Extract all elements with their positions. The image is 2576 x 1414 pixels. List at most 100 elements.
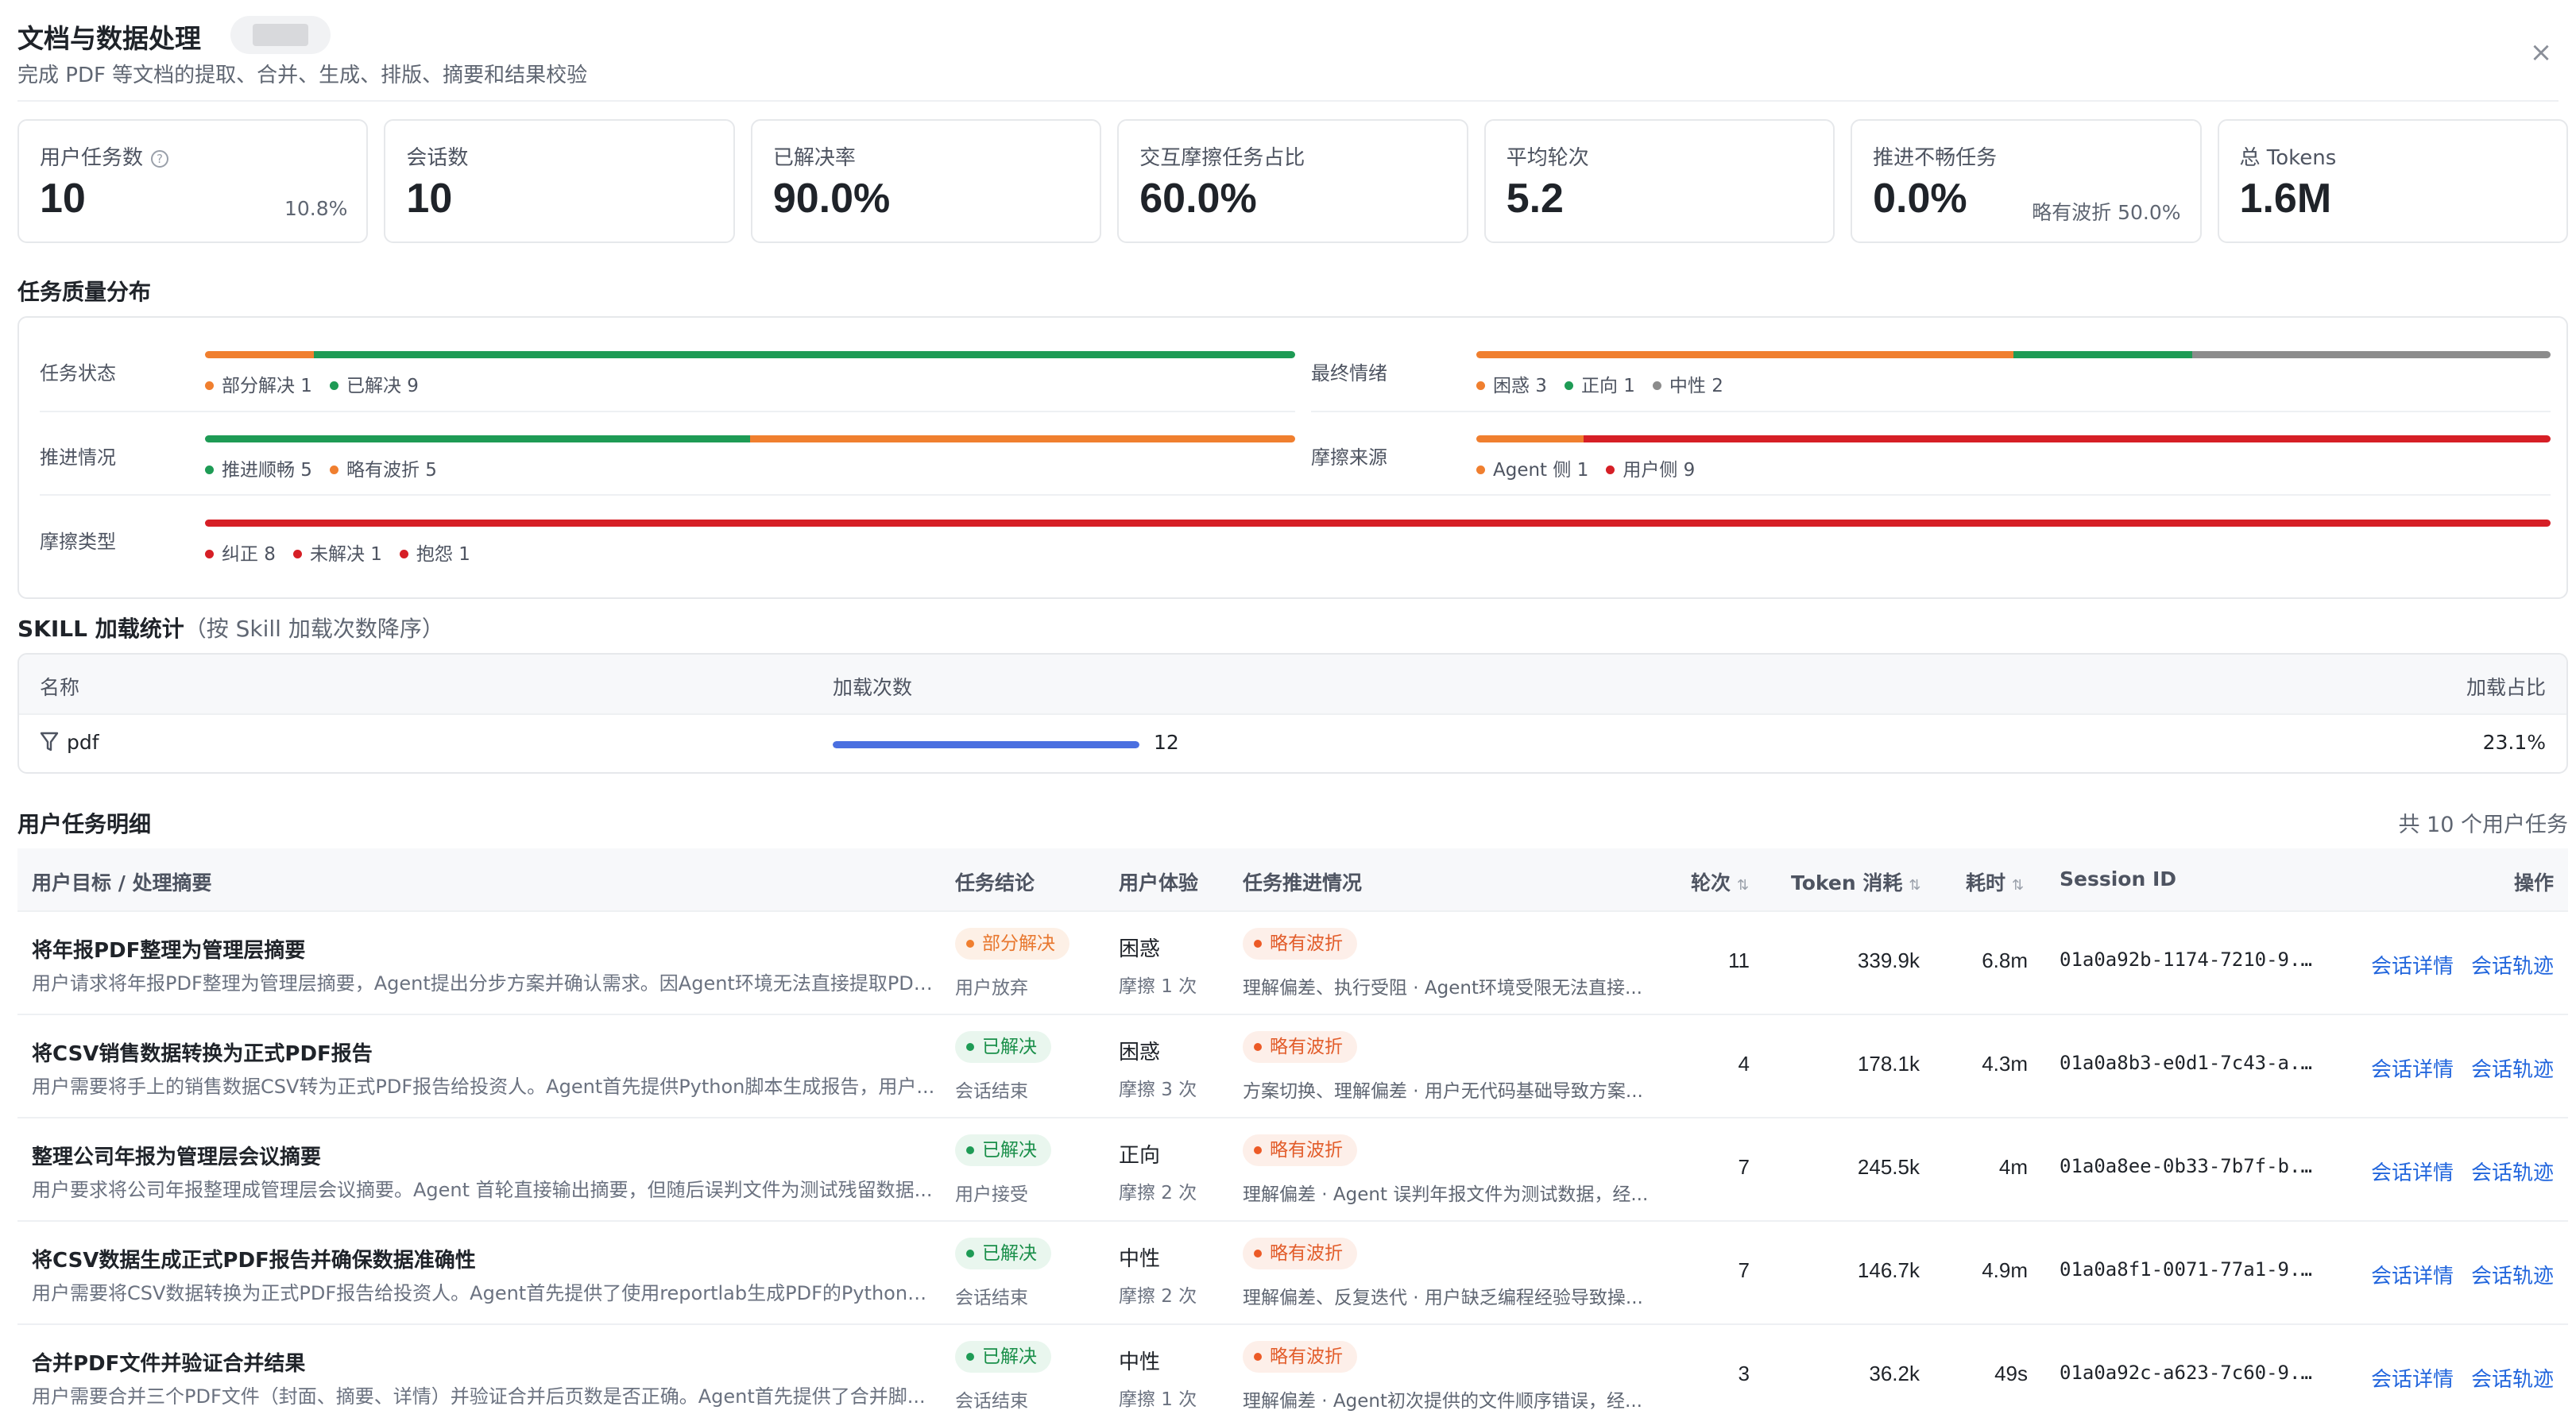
session-trace-link[interactable]: 会话轨迹	[2471, 1363, 2554, 1393]
session-id[interactable]: 01a0a92c-a623-7c60-9...	[2060, 1362, 2322, 1384]
ux-label: 正向	[1119, 1144, 1161, 1168]
page-subtitle: 完成 PDF 等文档的提取、合并、生成、排版、摘要和结果校验	[17, 64, 588, 87]
task-desc: 用户需要将手上的销售数据CSV转为正式PDF报告给投资人。Agent首先提供Py…	[32, 1076, 935, 1098]
legend-item: 困惑 3	[1476, 376, 1547, 396]
session-id[interactable]: 01a0a8ee-0b33-7b7f-b...	[2060, 1155, 2322, 1177]
bar-segment	[1476, 351, 2013, 358]
legend-label: 正向 1	[1580, 376, 1635, 396]
progress-label: 略有波折	[1270, 1140, 1343, 1161]
metric-label: 平均轮次	[1506, 146, 1589, 170]
legend-dot	[1606, 466, 1615, 474]
duration-value: 4m	[1998, 1155, 2028, 1179]
col-rounds-header[interactable]: 轮次 ⇅	[1691, 867, 1749, 896]
metric-card-friction-ratio: 交互摩擦任务占比 60.0%	[1117, 119, 1468, 243]
redacted-tag	[230, 16, 331, 54]
session-id[interactable]: 01a0a8f1-0071-77a1-9...	[2060, 1258, 2322, 1281]
quality-row-label: 最终情绪	[1311, 362, 1387, 384]
legend-label: 用户侧 9	[1623, 460, 1696, 481]
bar-segment	[205, 520, 2082, 527]
duration-value: 4.9m	[1982, 1258, 2028, 1282]
bar-segment	[1476, 435, 1584, 442]
bar-segment	[2192, 351, 2551, 358]
sort-icon[interactable]: ⇅	[1909, 877, 1920, 894]
metric-value: 0.0%	[1873, 176, 1967, 222]
session-detail-link[interactable]: 会话详情	[2371, 950, 2454, 979]
skill-count: 12	[1154, 731, 1179, 754]
friction-count: 摩擦 3 次	[1119, 1080, 1197, 1100]
conclusion-end: 会话结束	[955, 1288, 1028, 1308]
skill-note: （按 Skill 加载次数降序）	[184, 616, 444, 642]
conclusion-label: 已解决	[982, 1140, 1037, 1161]
quality-row-label: 推进情况	[40, 446, 116, 469]
conclusion-label: 已解决	[982, 1037, 1037, 1057]
legend-label: 部分解决 1	[222, 376, 312, 396]
task-title: 合并PDF文件并验证合并结果	[32, 1352, 306, 1376]
task-row[interactable]: 合并PDF文件并验证合并结果 用户需要合并三个PDF文件（封面、摘要、详情）并验…	[17, 1325, 2568, 1414]
skill-count-bar	[833, 741, 1139, 748]
legend-label: 中性 2	[1669, 376, 1723, 396]
session-id[interactable]: 01a0a8b3-e0d1-7c43-a...	[2060, 1052, 2322, 1074]
progress-reason: 理解偏差、执行受阻 · Agent环境受限无法直接...	[1243, 978, 1642, 999]
col-tokens-header[interactable]: Token 消耗 ⇅	[1791, 867, 1920, 896]
legend-item: 已解决 9	[329, 376, 419, 396]
friction-count: 摩擦 1 次	[1119, 976, 1197, 997]
session-trace-link[interactable]: 会话轨迹	[2471, 1260, 2554, 1289]
legend-item: 推进顺畅 5	[205, 460, 312, 481]
col-duration-header[interactable]: 耗时 ⇅	[1966, 867, 2024, 896]
ux-label: 中性	[1119, 1350, 1161, 1374]
conclusion-end: 用户接受	[955, 1184, 1028, 1205]
rounds-value: 11	[1728, 948, 1750, 972]
conclusion-badge: 已解决	[955, 1134, 1051, 1166]
legend-label: 抱怨 1	[416, 544, 470, 565]
legend-item: 纠正 8	[205, 544, 276, 565]
legend-item: 未解决 1	[292, 544, 382, 565]
skill-ratio: 23.1%	[2482, 731, 2546, 754]
metric-card-resolved-rate: 已解决率 90.0%	[750, 119, 1102, 243]
sort-icon[interactable]: ⇅	[2012, 877, 2024, 894]
progress-reason: 理解偏差、反复迭代 · 用户缺乏编程经验导致操...	[1243, 1288, 1643, 1308]
conclusion-label: 部分解决	[982, 933, 1055, 954]
quality-row: 推进情况 推进顺畅 5 略有波折 5	[40, 402, 1295, 486]
conclusion-badge: 已解决	[955, 1341, 1051, 1373]
legend-dot	[205, 381, 214, 390]
task-row[interactable]: 将CSV数据生成正式PDF报告并确保数据准确性 用户需要将CSV数据转换为正式P…	[17, 1222, 2568, 1325]
legend-dot	[205, 550, 214, 558]
col-conclusion-header: 任务结论	[955, 871, 1035, 894]
close-icon[interactable]: ×	[2527, 38, 2555, 67]
stacked-bar	[205, 351, 1295, 358]
col-progress-header: 任务推进情况	[1243, 871, 1363, 894]
task-row[interactable]: 将CSV销售数据转换为正式PDF报告 用户需要将手上的销售数据CSV转为正式PD…	[17, 1015, 2568, 1118]
session-detail-link[interactable]: 会话详情	[2371, 1157, 2454, 1186]
sort-icon[interactable]: ⇅	[1737, 877, 1749, 894]
task-row[interactable]: 将年报PDF整理为管理层摘要 用户请求将年报PDF整理为管理层摘要，Agent提…	[17, 912, 2568, 1015]
bar-segment	[205, 351, 315, 358]
legend-label: 已解决 9	[346, 376, 419, 396]
bar-legend: 推进顺畅 5 略有波折 5	[205, 454, 454, 481]
bar-legend: 纠正 8 未解决 1 抱怨 1	[205, 539, 488, 566]
help-icon[interactable]: ?	[151, 150, 169, 168]
quality-row-label: 任务状态	[40, 362, 116, 384]
session-trace-link[interactable]: 会话轨迹	[2471, 950, 2554, 979]
stacked-bar	[205, 520, 2551, 527]
progress-reason: 方案切换、理解偏差 · 用户无代码基础导致方案...	[1243, 1081, 1643, 1102]
session-trace-link[interactable]: 会话轨迹	[2471, 1157, 2554, 1186]
session-id[interactable]: 01a0a92b-1174-7210-9...	[2060, 948, 2322, 971]
session-trace-link[interactable]: 会话轨迹	[2471, 1053, 2554, 1083]
task-desc: 用户请求将年报PDF整理为管理层摘要，Agent提出分步方案并确认需求。因Age…	[32, 972, 938, 995]
skill-row[interactable]: pdf 12 23.1%	[19, 715, 2566, 772]
conclusion-end: 会话结束	[955, 1081, 1028, 1102]
bar-segment	[2081, 520, 2316, 527]
col-actions-header: 操作	[2513, 871, 2554, 894]
session-detail-link[interactable]: 会话详情	[2371, 1053, 2454, 1083]
progress-label: 略有波折	[1270, 1346, 1343, 1367]
filter-icon	[40, 731, 62, 756]
tasks-section-title: 用户任务明细	[17, 811, 152, 837]
col-goal-header: 用户目标 / 处理摘要	[32, 871, 212, 894]
session-detail-link[interactable]: 会话详情	[2371, 1363, 2454, 1393]
session-detail-link[interactable]: 会话详情	[2371, 1260, 2454, 1289]
status-dot	[966, 1250, 974, 1258]
rounds-value: 3	[1738, 1362, 1750, 1385]
col-session-header: Session ID	[2060, 867, 2177, 891]
friction-count: 摩擦 1 次	[1119, 1389, 1197, 1410]
task-row[interactable]: 整理公司年报为管理层会议摘要 用户要求将公司年报整理成管理层会议摘要。Agent…	[17, 1118, 2568, 1222]
